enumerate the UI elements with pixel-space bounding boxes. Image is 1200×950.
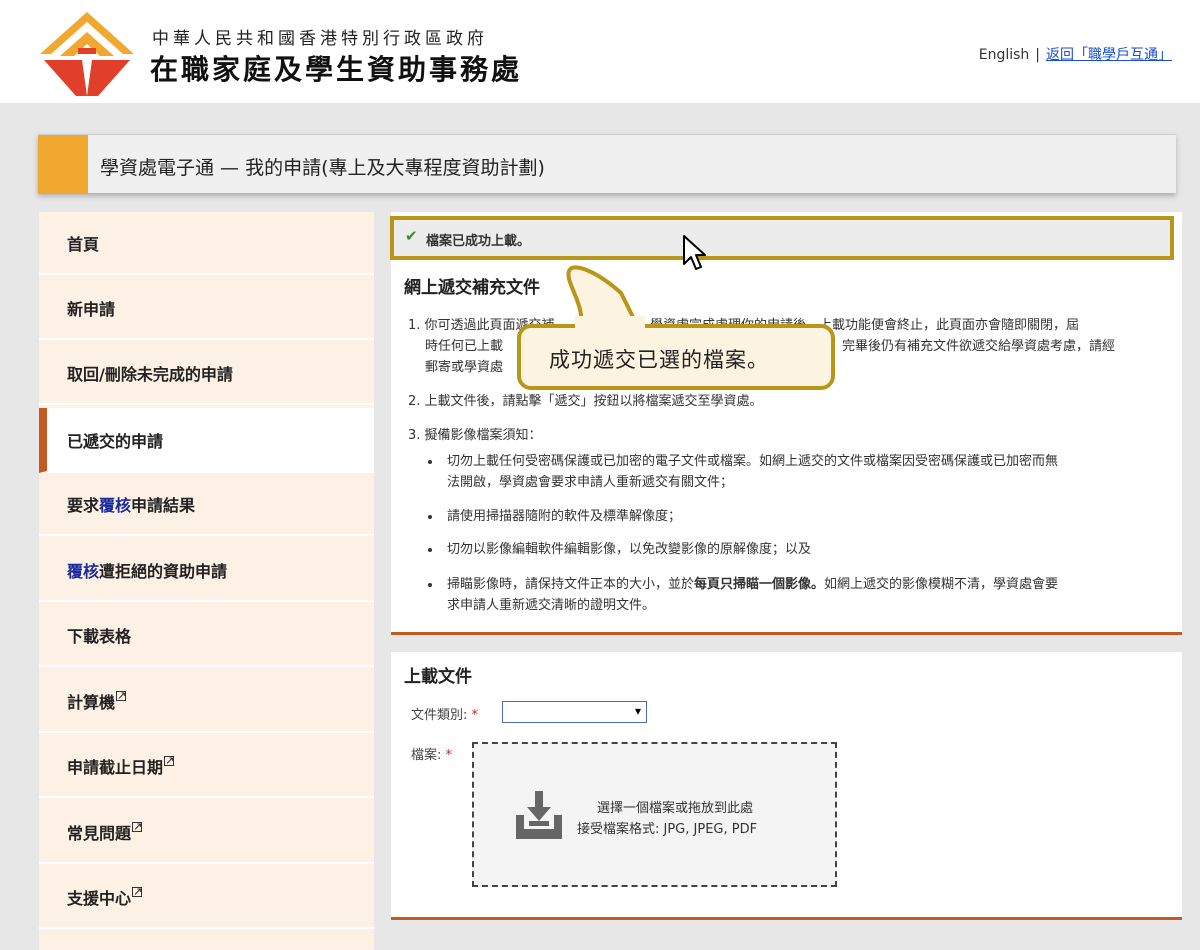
bullet-bold-text: 每頁只掃瞄一個影像。 xyxy=(694,577,825,592)
callout-text: 成功遞交已選的檔案。 xyxy=(549,348,769,372)
bullet-text: 切勿上載任何受密碼保護或已加密的電子文件或檔案。如網上遞交的文件或檔案因受密碼保… xyxy=(447,454,1059,469)
required-mark: * xyxy=(445,748,453,763)
org-name: 在職家庭及學生資助事務處 xyxy=(150,53,523,86)
bullet-item: 掃瞄影像時，請保持文件正本的大小，並於每頁只掃瞄一個影像。如網上遞交的影像模糊不… xyxy=(428,574,1177,616)
top-links: English | 返回「職學戶互通」 xyxy=(979,44,1172,64)
wfsfaa-logo xyxy=(40,12,134,96)
accepted-formats: 接受檔案格式: JPG, JPEG, PDF xyxy=(577,822,758,837)
external-link-icon: ↗ xyxy=(116,688,127,702)
download-tray-icon xyxy=(516,791,562,839)
org-subtitle: 中華人民共和國香港特別行政區政府 xyxy=(152,29,488,49)
check-icon: ✔ xyxy=(405,227,418,245)
sidebar-item-support[interactable]: 支援中心 ↗ xyxy=(39,866,374,929)
sidebar-item-download-forms[interactable]: 下載表格 xyxy=(39,604,374,667)
file-label: 檔案: * xyxy=(411,744,452,763)
label-part: 要求 xyxy=(67,495,100,515)
success-callout: 成功遞交已選的檔案。 xyxy=(517,324,835,390)
sidebar-item-faq[interactable]: 常見問題 ↗ xyxy=(39,801,374,864)
label-highlight: 覆核 xyxy=(99,495,132,515)
title-accent xyxy=(38,135,88,194)
label-text: 文件類別: xyxy=(411,708,468,723)
doc-type-label: 文件類別: * xyxy=(411,704,478,723)
external-link-icon: ↗ xyxy=(164,753,175,767)
sidebar-item-label: 下載表格 xyxy=(67,626,132,646)
label-part: 申請結果 xyxy=(131,495,196,515)
sidebar-item-review-result[interactable]: 要求覆核申請結果 xyxy=(39,473,374,536)
bullet-item: 請使用掃描器隨附的軟件及標準解像度； xyxy=(427,506,681,527)
sidebar-item-home[interactable]: 首頁 xyxy=(39,212,374,275)
sidebar-item-label: 常見問題 xyxy=(67,823,132,843)
label-highlight: 覆核 xyxy=(67,561,100,581)
sidebar-item-label: 取回/刪除未完成的申請 xyxy=(67,364,233,384)
instruction-3: 3. 擬備影像檔案須知： xyxy=(408,428,542,443)
page-title-bar: 學資處電子通 — 我的申請(專上及大專程度資助計劃) xyxy=(38,134,1176,194)
bullet-text: 求申請人重新遞交清晰的證明文件。 xyxy=(447,598,656,613)
sidebar-item-label: 覆核遭拒絕的資助申請 xyxy=(67,558,227,582)
bullet-item: 切勿上載任何受密碼保護或已加密的電子文件或檔案。如網上遞交的文件或檔案因受密碼保… xyxy=(428,451,1177,493)
site-header: 中華人民共和國香港特別行政區政府 在職家庭及學生資助事務處 English | 返回… xyxy=(0,0,1200,103)
english-link[interactable]: English xyxy=(979,47,1030,63)
sidebar-item-new-application[interactable]: 新申請 xyxy=(39,277,374,340)
sidebar-item-label: 新申請 xyxy=(67,299,116,319)
callout-joint xyxy=(575,316,645,332)
instruction-1-line3: 郵寄或學資處 xyxy=(425,360,504,375)
sidebar-nav: 首頁 新申請 取回/刪除未完成的申請 已遞交的申請 要求覆核申請結果 覆核遭拒絕… xyxy=(39,212,374,950)
mouse-pointer-icon xyxy=(683,235,706,270)
sidebar-item-deadlines[interactable]: 申請截止日期 ↗ xyxy=(39,735,374,798)
bullet-text: 掃瞄影像時，請保持文件正本的大小，並於 xyxy=(447,577,695,592)
success-alert: ✔ 檔案已成功上載。 xyxy=(390,216,1174,260)
external-link-icon: ↗ xyxy=(132,884,143,898)
instruction-1-line2b: 完畢後仍有補充文件欲遞交給學資處考慮，請經 xyxy=(842,339,1116,354)
chevron-down-icon: ▾ xyxy=(634,704,641,718)
required-mark: * xyxy=(471,708,479,723)
external-link-icon: ↗ xyxy=(132,819,143,833)
label-part: 遭拒絕的資助申請 xyxy=(99,561,228,581)
drop-instruction: 選擇一個檔案或拖放到此處 xyxy=(597,801,754,816)
sidebar-item-retrieve-delete[interactable]: 取回/刪除未完成的申請 xyxy=(39,342,374,405)
doc-type-select[interactable]: ▾ xyxy=(502,701,647,723)
sidebar-item-label: 要求覆核申請結果 xyxy=(67,492,195,516)
sidebar-item-submitted[interactable]: 已遞交的申請 xyxy=(39,408,374,473)
supplement-title: 網上遞交補充文件 xyxy=(404,278,540,298)
bullet-text: 法開啟，學資處會要求申請人重新遞交有關文件； xyxy=(447,475,734,490)
sidebar-item-label: 支援中心 xyxy=(67,888,132,908)
sidebar-item-label: 首頁 xyxy=(67,234,100,254)
instruction-1-line2a: 時任何已上載 xyxy=(425,339,504,354)
sidebar-item-label: 計算機 xyxy=(67,692,116,712)
instruction-2: 2. 上載文件後，請點擊「遞交」按鈕以將檔案遞交至學資處。 xyxy=(408,394,763,409)
page-title: 學資處電子通 — 我的申請(專上及大專程度資助計劃) xyxy=(100,157,545,179)
alert-message: 檔案已成功上載。 xyxy=(426,234,531,249)
sidebar-item-label: 已遞交的申請 xyxy=(67,431,164,451)
sidebar-item-review-rejected[interactable]: 覆核遭拒絕的資助申請 xyxy=(39,539,374,602)
sidebar-item-label: 申請截止日期 xyxy=(67,757,164,777)
sidebar-item-calculator[interactable]: 計算機 ↗ xyxy=(39,670,374,733)
label-text: 檔案: xyxy=(411,748,442,763)
bullet-item: 切勿以影像編輯軟件編輯影像，以免改變影像的原解像度；以及 xyxy=(427,539,811,560)
back-link[interactable]: 返回「職學戶互通」 xyxy=(1046,47,1172,63)
upload-title: 上載文件 xyxy=(404,667,472,687)
link-separator: | xyxy=(1035,47,1040,63)
bullet-text: 如網上遞交的影像模糊不清，學資處會要 xyxy=(824,577,1059,592)
